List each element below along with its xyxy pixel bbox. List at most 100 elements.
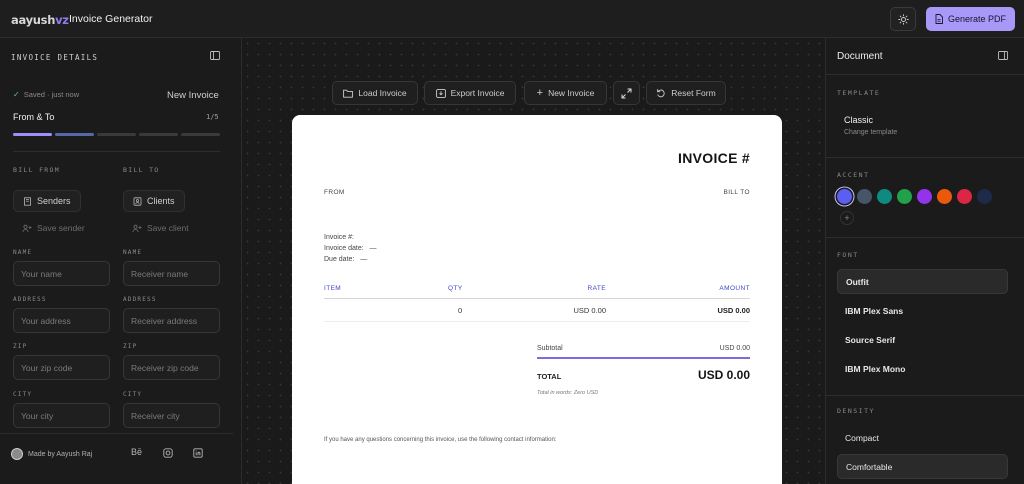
add-accent-button[interactable]: + (840, 211, 854, 225)
generate-pdf-button[interactable]: Generate PDF (926, 7, 1015, 31)
font-option-ibm-plex-mono[interactable]: IBM Plex Mono (837, 356, 1008, 381)
to-address-input[interactable] (123, 308, 220, 333)
divider (13, 151, 220, 152)
logo[interactable]: aayushvz (11, 13, 69, 27)
generate-pdf-label: Generate PDF (947, 14, 1007, 24)
row-amount: USD 0.00 (717, 306, 750, 315)
total-in-words: Total in words: Zero USD (537, 390, 599, 396)
from-zip-input[interactable] (13, 355, 110, 380)
panel-toggle-icon[interactable] (998, 51, 1008, 60)
template-section-label: TEMPLATE (837, 89, 881, 97)
divider (826, 237, 1024, 238)
new-invoice-button[interactable]: + New Invoice (524, 81, 607, 105)
export-invoice-button[interactable]: Export Invoice (424, 81, 516, 105)
density-section-label: DENSITY (837, 407, 875, 415)
table-header-rule (324, 298, 750, 299)
invoice-title: INVOICE # (678, 150, 750, 166)
senders-label: Senders (37, 196, 71, 206)
user-plus-icon (22, 224, 32, 232)
from-city-input[interactable] (13, 403, 110, 428)
saved-status: ✓ Saved · just now (13, 90, 79, 99)
reset-form-button[interactable]: Reset Form (646, 81, 726, 105)
subtotal-value: USD 0.00 (719, 345, 750, 352)
save-client-label: Save client (147, 223, 189, 233)
font-option-ibm-plex-sans[interactable]: IBM Plex Sans (837, 298, 1008, 323)
to-city-input[interactable] (123, 403, 220, 428)
preview-area: Load Invoice Export Invoice + New Invoic… (242, 38, 825, 484)
due-date-label: Due date: (324, 256, 355, 263)
panel-title: Document (837, 51, 883, 62)
total-value: USD 0.00 (697, 368, 750, 382)
user-plus-icon (132, 224, 142, 232)
from-address-label: ADDRESS (13, 296, 47, 303)
from-name-input[interactable] (13, 261, 110, 286)
accent-swatch[interactable] (837, 189, 852, 204)
export-invoice-label: Export Invoice (450, 88, 505, 98)
save-client-button[interactable]: Save client (132, 223, 189, 233)
from-zip-label: ZIP (13, 343, 28, 350)
behance-icon[interactable]: Bē (131, 447, 142, 457)
invoice-date-value: — (369, 245, 377, 252)
sidebar-footer: Made by Aayush Raj Bē (0, 433, 233, 484)
from-city-label: CITY (13, 391, 33, 398)
sidebar-collapse-icon[interactable] (210, 51, 220, 60)
accent-swatch[interactable] (977, 189, 992, 204)
due-date-value: — (360, 256, 368, 263)
made-by-link[interactable]: Made by Aayush Raj (11, 448, 92, 460)
bill-from-label: BILL FROM (13, 166, 60, 174)
senders-button[interactable]: Senders (13, 190, 81, 212)
expand-icon (621, 88, 632, 98)
column-header-amount: AMOUNT (719, 285, 750, 292)
fullscreen-button[interactable] (613, 81, 640, 105)
logo-accent-text: vz (55, 13, 69, 27)
density-option-comfortable[interactable]: Comfortable (837, 454, 1008, 479)
theme-toggle-button[interactable] (890, 7, 916, 31)
sun-icon (897, 13, 909, 25)
invoice-date-row: Invoice date: — (324, 245, 377, 252)
file-icon (935, 14, 943, 24)
instagram-icon[interactable] (163, 448, 173, 458)
density-option-compact[interactable]: Compact (837, 425, 1008, 450)
saved-status-text: Saved · just now (23, 90, 80, 99)
row-qty: 0 (458, 306, 463, 315)
logo-text: aayush (11, 13, 56, 27)
reset-form-label: Reset Form (671, 88, 716, 98)
invoice-status: New Invoice (167, 90, 219, 101)
load-invoice-button[interactable]: Load Invoice (332, 81, 418, 105)
change-template-link[interactable]: Change template (844, 129, 897, 136)
accent-swatch[interactable] (937, 189, 952, 204)
load-invoice-label: Load Invoice (358, 88, 407, 98)
table-row-rule (324, 321, 750, 322)
linkedin-icon[interactable] (193, 448, 203, 458)
check-icon: ✓ (13, 90, 20, 99)
accent-swatch[interactable] (857, 189, 872, 204)
font-option-source-serif[interactable]: Source Serif (837, 327, 1008, 352)
invoice-preview: INVOICE # FROM BILL TO Invoice #: Invoic… (292, 115, 782, 484)
step-title: From & To (13, 112, 55, 122)
contact-note: If you have any questions concerning thi… (324, 437, 557, 443)
to-name-input[interactable] (123, 261, 220, 286)
accent-swatch[interactable] (877, 189, 892, 204)
progress-segment (55, 133, 94, 136)
accent-swatch[interactable] (957, 189, 972, 204)
divider (826, 157, 1024, 158)
save-sender-label: Save sender (37, 223, 85, 233)
accent-swatches (837, 189, 992, 204)
reset-icon (657, 89, 665, 98)
accent-section-label: ACCENT (837, 171, 870, 179)
to-address-label: ADDRESS (123, 296, 157, 303)
from-name-label: NAME (13, 249, 33, 256)
to-zip-input[interactable] (123, 355, 220, 380)
panel-heading: INVOICE DETAILS (11, 53, 99, 62)
invoice-number-label: Invoice #: (324, 234, 354, 241)
step-progress (13, 133, 220, 136)
folder-icon (343, 89, 354, 98)
divider (826, 74, 1024, 75)
clients-button[interactable]: Clients (123, 190, 185, 212)
accent-swatch[interactable] (897, 189, 912, 204)
font-option-outfit[interactable]: Outfit (837, 269, 1008, 294)
from-address-input[interactable] (13, 308, 110, 333)
made-by-text: Made by Aayush Raj (28, 450, 93, 458)
save-sender-button[interactable]: Save sender (22, 223, 85, 233)
accent-swatch[interactable] (917, 189, 932, 204)
